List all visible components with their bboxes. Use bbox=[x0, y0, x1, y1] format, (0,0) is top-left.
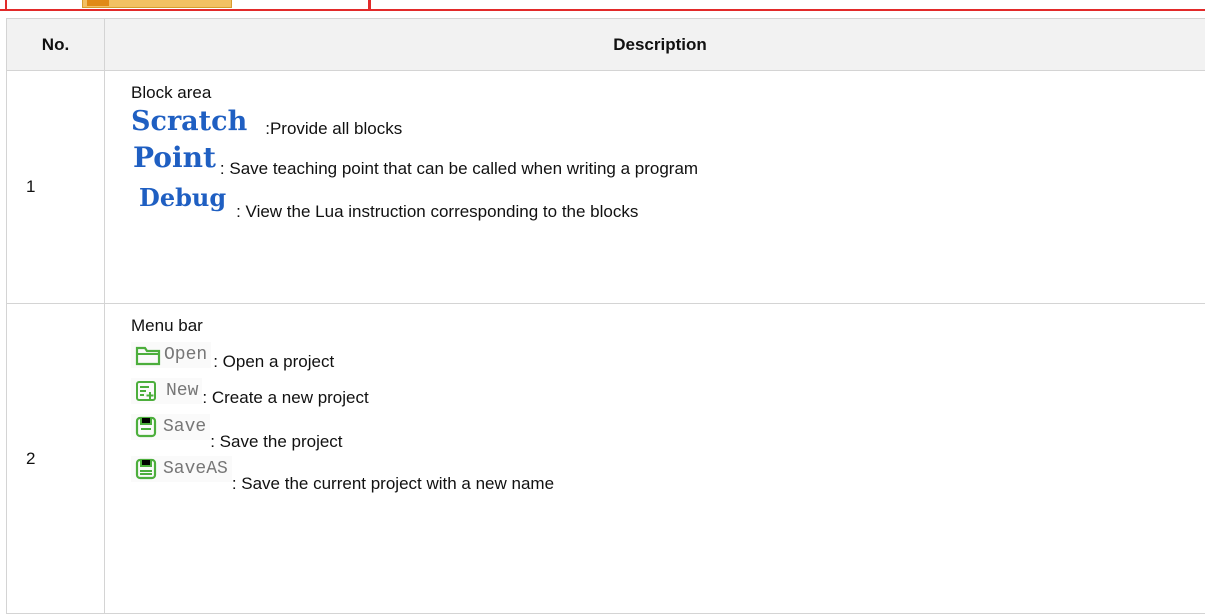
open-menu-button-image: Open bbox=[131, 342, 211, 368]
save-icon bbox=[135, 416, 157, 438]
section-title: Menu bar bbox=[131, 316, 1205, 336]
new-menu-button-image: New bbox=[131, 378, 202, 404]
item-separator: : bbox=[202, 388, 211, 407]
header-no: No. bbox=[7, 19, 105, 71]
description-table: No. Description 1 Block area Scratch :Pr… bbox=[6, 18, 1205, 614]
list-item: SaveAS : Save the current project with a… bbox=[131, 456, 1205, 482]
highlight-frame-line bbox=[0, 9, 1205, 11]
section-title: Block area bbox=[131, 83, 1205, 103]
item-separator: : bbox=[213, 352, 222, 371]
list-item: Point : Save teaching point that can be … bbox=[131, 143, 1205, 173]
item-separator: : bbox=[210, 432, 219, 451]
row-description: Menu bar Open : Open a project New : Cre… bbox=[105, 304, 1205, 614]
scratch-tab-icon: Scratch bbox=[131, 107, 247, 137]
header-description: Description bbox=[105, 19, 1205, 71]
highlight-frame-left bbox=[5, 0, 7, 10]
highlight-frame-divider bbox=[368, 0, 371, 11]
table-row: 2 Menu bar Open : Open a project New bbox=[7, 304, 1205, 614]
list-item: Debug : View the Lua instruction corresp… bbox=[131, 183, 1205, 213]
list-item: Open : Open a project bbox=[131, 342, 1205, 368]
item-text: Save the current project with a new name bbox=[241, 474, 554, 493]
item-text: Provide all blocks bbox=[270, 119, 402, 138]
table-row: 1 Block area Scratch :Provide all blocks… bbox=[7, 71, 1205, 304]
item-text: Open a project bbox=[223, 352, 335, 371]
item-separator: : bbox=[236, 202, 245, 221]
item-separator: : bbox=[232, 474, 241, 493]
row-description: Block area Scratch :Provide all blocks P… bbox=[105, 71, 1205, 304]
list-item: Scratch :Provide all blocks bbox=[131, 107, 1205, 137]
row-number: 1 bbox=[7, 71, 105, 304]
folder-icon bbox=[135, 344, 161, 366]
new-file-icon bbox=[135, 380, 157, 402]
item-text: Save teaching point that can be called w… bbox=[229, 159, 698, 178]
debug-tab-icon: Debug bbox=[139, 183, 226, 213]
table-header-row: No. Description bbox=[7, 19, 1205, 71]
item-text: Save the project bbox=[220, 432, 343, 451]
list-item: New : Create a new project bbox=[131, 378, 1205, 404]
item-text: View the Lua instruction corresponding t… bbox=[246, 202, 639, 221]
save-as-icon bbox=[135, 458, 157, 480]
item-separator: : bbox=[220, 159, 229, 178]
save-menu-button-image: Save bbox=[131, 414, 210, 440]
point-tab-icon: Point bbox=[133, 143, 216, 173]
saveas-menu-button-image: SaveAS bbox=[131, 456, 232, 482]
item-text: Create a new project bbox=[212, 388, 369, 407]
row-number: 2 bbox=[7, 304, 105, 614]
toolbar-thumbnail bbox=[82, 0, 232, 8]
cropped-screenshot-strip bbox=[0, 0, 1205, 18]
list-item: Save : Save the project bbox=[131, 414, 1205, 440]
